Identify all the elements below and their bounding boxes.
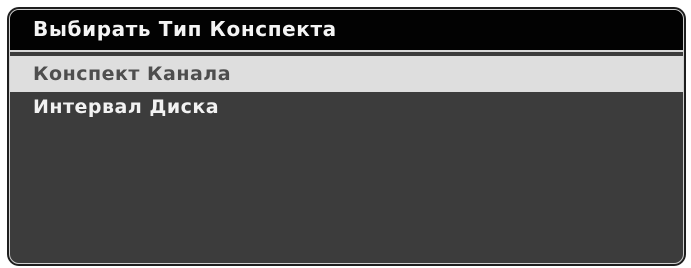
menu-item-label: Конспект Канала <box>33 63 232 85</box>
dialog-title-bar: Выбирать Тип Конспекта <box>10 10 683 52</box>
screen: Выбирать Тип Конспекта Конспект Канала И… <box>0 0 691 268</box>
summary-type-dialog: Выбирать Тип Конспекта Конспект Канала И… <box>9 9 684 264</box>
dialog-title: Выбирать Тип Конспекта <box>33 17 337 41</box>
menu-item-label: Интервал Диска <box>33 96 220 118</box>
menu-item-channel-summary[interactable]: Конспект Канала <box>10 56 683 92</box>
menu-item-disk-interval[interactable]: Интервал Диска <box>10 92 683 124</box>
summary-type-list: Конспект Канала Интервал Диска <box>10 56 683 124</box>
